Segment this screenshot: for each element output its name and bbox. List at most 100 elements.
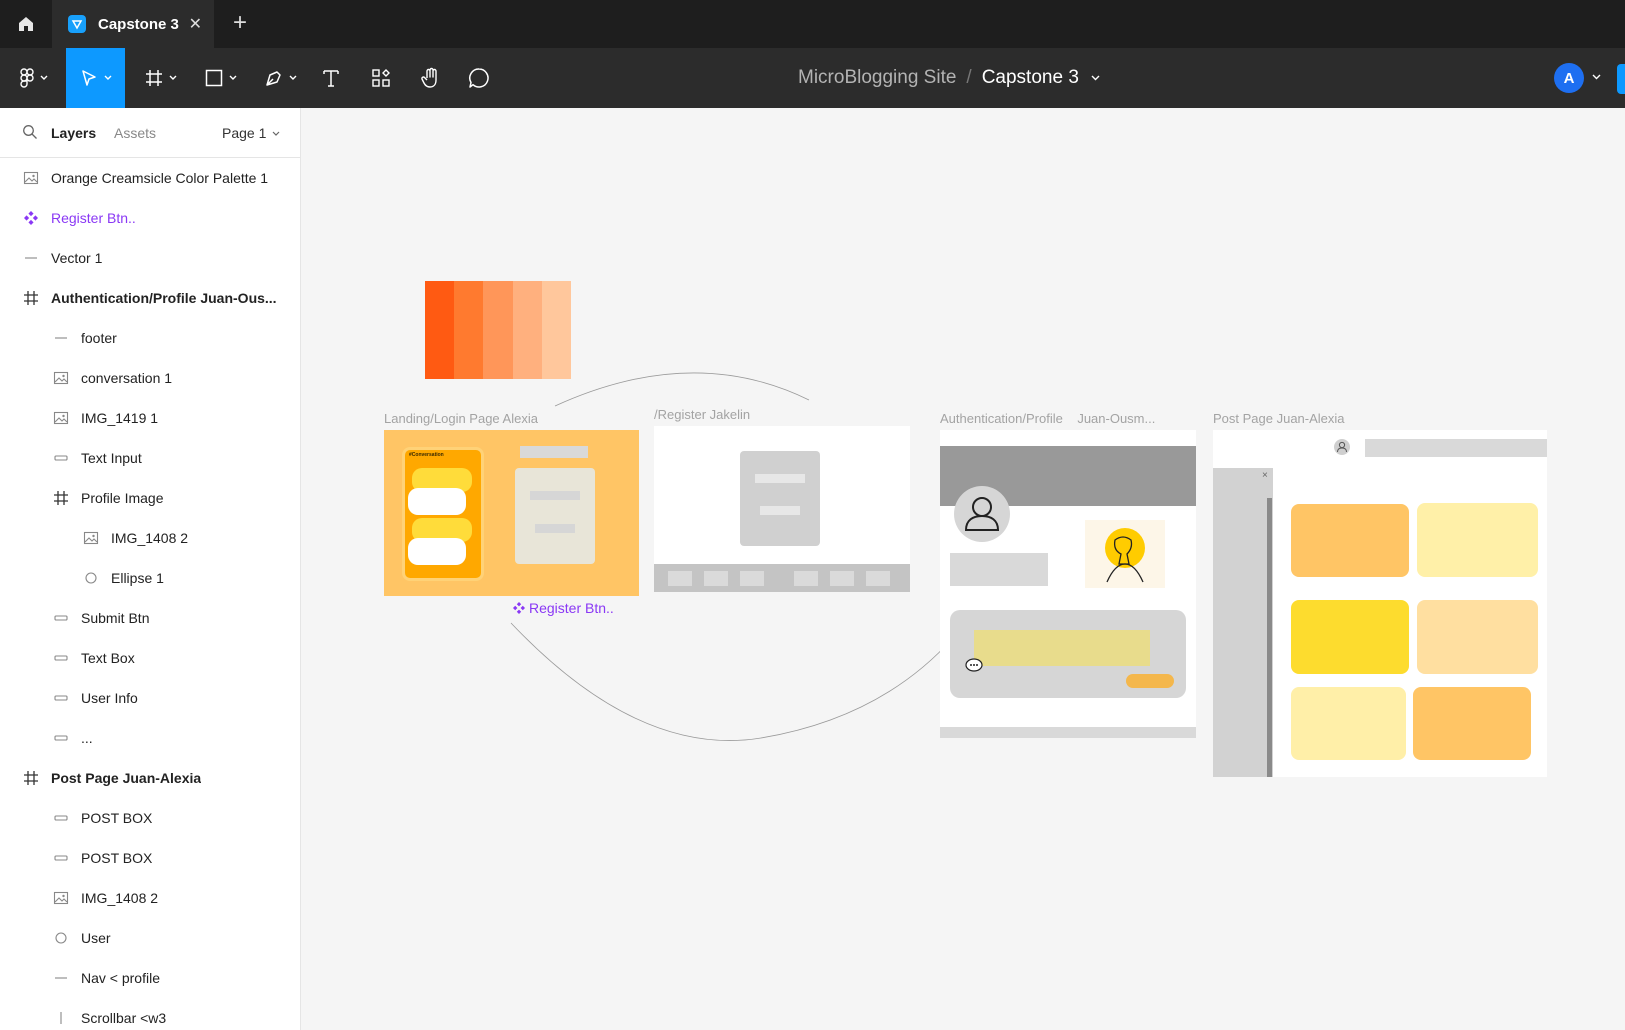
text-tool[interactable] bbox=[316, 48, 346, 108]
close-tab-icon[interactable]: ✕ bbox=[189, 14, 202, 34]
input-placeholder bbox=[530, 491, 580, 500]
chevron-down-icon[interactable] bbox=[1091, 75, 1100, 81]
frame-label-landing[interactable]: Landing/Login Page Alexia bbox=[384, 411, 538, 426]
frame-auth-profile[interactable] bbox=[940, 430, 1196, 738]
frame-post-page[interactable]: × bbox=[1213, 430, 1547, 777]
component-icon bbox=[23, 210, 39, 226]
resources-tool[interactable] bbox=[366, 48, 396, 108]
sidebar-panel: × bbox=[1213, 468, 1273, 777]
avatar[interactable]: A bbox=[1554, 63, 1584, 93]
home-button[interactable] bbox=[0, 0, 52, 48]
color-palette-image[interactable] bbox=[425, 281, 572, 379]
layer-row[interactable]: conversation 1 bbox=[0, 358, 300, 398]
layer-name: Scrollbar <w3 bbox=[81, 1010, 167, 1026]
layer-name: ... bbox=[81, 730, 93, 746]
layer-name: POST BOX bbox=[81, 850, 153, 866]
layer-row[interactable]: Register Btn.. bbox=[0, 198, 300, 238]
palette-swatch-3 bbox=[483, 281, 513, 379]
layer-name: Nav < profile bbox=[81, 970, 160, 986]
layer-row[interactable]: Vector 1 bbox=[0, 238, 300, 278]
layer-row[interactable]: Profile Image bbox=[0, 478, 300, 518]
new-tab-button[interactable]: + bbox=[228, 10, 252, 36]
layer-row[interactable]: Text Input bbox=[0, 438, 300, 478]
palette-swatch-4 bbox=[512, 281, 542, 379]
image-icon bbox=[23, 170, 39, 186]
frame-label-post[interactable]: Post Page Juan-Alexia bbox=[1213, 411, 1345, 426]
breadcrumb-separator: / bbox=[966, 67, 972, 88]
tab-bar: Capstone 3 ✕ + bbox=[0, 0, 1625, 48]
layer-row[interactable]: Ellipse 1 bbox=[0, 558, 300, 598]
layer-row[interactable]: Scrollbar <w3 bbox=[0, 998, 300, 1030]
shape-tool[interactable] bbox=[196, 48, 246, 108]
layer-row[interactable]: Submit Btn bbox=[0, 598, 300, 638]
main-menu-button[interactable] bbox=[10, 48, 58, 108]
chevron-down-icon[interactable] bbox=[1592, 74, 1601, 80]
layer-row[interactable]: ... bbox=[0, 718, 300, 758]
frame-register[interactable] bbox=[654, 426, 910, 592]
file-tab[interactable]: Capstone 3 ✕ bbox=[52, 0, 214, 48]
layer-row[interactable]: Post Page Juan-Alexia bbox=[0, 758, 300, 798]
palette-swatch-5 bbox=[541, 281, 572, 379]
components-icon bbox=[372, 69, 390, 87]
move-tool[interactable] bbox=[66, 48, 125, 108]
footer-item bbox=[740, 571, 764, 586]
tab-layers[interactable]: Layers bbox=[51, 125, 96, 141]
search-icon[interactable] bbox=[22, 124, 38, 140]
file-name[interactable]: Capstone 3 bbox=[982, 67, 1079, 89]
footer-item bbox=[668, 571, 692, 586]
layer-name: IMG_1408 2 bbox=[111, 530, 189, 546]
layer-name: User bbox=[81, 930, 111, 946]
frame-label-register[interactable]: /Register Jakelin bbox=[654, 407, 750, 422]
figma-file-icon bbox=[68, 15, 86, 33]
layer-name: conversation 1 bbox=[81, 370, 173, 386]
layer-name: Text Box bbox=[81, 650, 135, 666]
layer-name: Vector 1 bbox=[51, 250, 103, 266]
palette-swatch-2 bbox=[454, 281, 484, 379]
scrollbar bbox=[1267, 498, 1272, 777]
layer-row[interactable]: Authentication/Profile Juan-Ous... bbox=[0, 278, 300, 318]
project-name[interactable]: MicroBlogging Site bbox=[798, 67, 956, 89]
comment-tool[interactable] bbox=[464, 48, 494, 108]
page-selector[interactable]: Page 1 bbox=[222, 125, 280, 141]
text-tool-icon bbox=[323, 70, 339, 87]
chevron-down-icon bbox=[104, 75, 111, 80]
post-box bbox=[1417, 503, 1538, 577]
hand-tool[interactable] bbox=[416, 48, 446, 108]
register-card bbox=[740, 451, 820, 546]
user-icon bbox=[964, 497, 1000, 531]
layer-row[interactable]: POST BOX bbox=[0, 798, 300, 838]
image-icon bbox=[53, 410, 69, 426]
img-1419-illustration bbox=[1085, 520, 1165, 588]
layer-row[interactable]: Text Box bbox=[0, 638, 300, 678]
register-footer bbox=[654, 564, 910, 592]
share-button[interactable] bbox=[1617, 64, 1625, 94]
frame-icon bbox=[23, 770, 39, 786]
frame-icon bbox=[23, 290, 39, 306]
person-illustration-icon bbox=[1105, 528, 1145, 583]
pen-tool[interactable] bbox=[256, 48, 306, 108]
chevron-down-icon bbox=[40, 75, 48, 80]
layer-row[interactable]: Nav < profile bbox=[0, 958, 300, 998]
chat-bubble bbox=[408, 538, 466, 565]
layer-row[interactable]: Orange Creamsicle Color Palette 1 bbox=[0, 158, 300, 198]
tab-assets[interactable]: Assets bbox=[114, 125, 156, 141]
frame-landing-login[interactable]: #Conversation bbox=[384, 430, 639, 596]
header-bar bbox=[520, 446, 588, 458]
layer-name: Orange Creamsicle Color Palette 1 bbox=[51, 170, 269, 186]
layer-row[interactable]: POST BOX bbox=[0, 838, 300, 878]
layer-row[interactable]: IMG_1419 1 bbox=[0, 398, 300, 438]
layer-row[interactable]: IMG_1408 2 bbox=[0, 518, 300, 558]
frame-label-auth[interactable]: Authentication/Profile Juan-Ousm... bbox=[940, 411, 1155, 426]
image-icon bbox=[83, 530, 99, 546]
design-canvas[interactable]: Landing/Login Page Alexia #Conversation … bbox=[301, 108, 1625, 1030]
layer-row[interactable]: IMG_1408 2 bbox=[0, 878, 300, 918]
chevron-down-icon bbox=[289, 75, 297, 80]
layer-name: User Info bbox=[81, 690, 138, 706]
layer-row[interactable]: footer bbox=[0, 318, 300, 358]
frame-tool[interactable] bbox=[136, 48, 186, 108]
comment-icon bbox=[469, 68, 489, 88]
layer-row[interactable]: User bbox=[0, 918, 300, 958]
pen-icon bbox=[266, 71, 281, 86]
layer-row[interactable]: User Info bbox=[0, 678, 300, 718]
register-btn-component[interactable]: Register Btn.. bbox=[513, 600, 614, 616]
